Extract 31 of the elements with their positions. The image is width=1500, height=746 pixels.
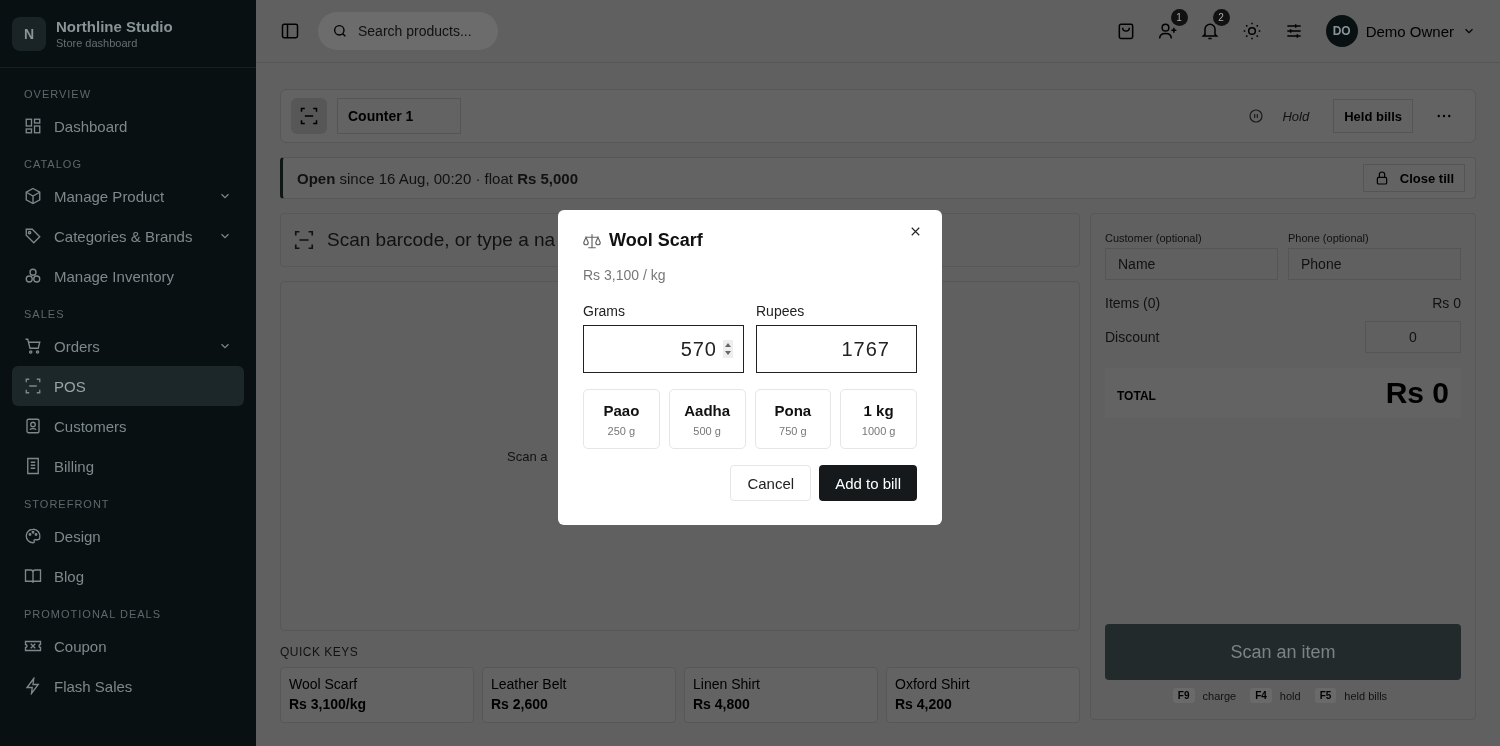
section-heading: OVERVIEW: [23, 87, 93, 102]
field-label: Rupees: [756, 303, 806, 319]
scan-placeholder: Scan barcode, or type a na: [327, 229, 556, 251]
section-heading: CATALOG: [23, 157, 83, 172]
section-heading: STOREFRONT: [23, 497, 111, 512]
unit-price: Rs 3,100 / kg: [583, 267, 667, 283]
field-label: Grams: [583, 303, 626, 319]
key-hint-label: hold: [1279, 689, 1301, 702]
dialog-title: Wool Scarf: [609, 230, 703, 251]
store-name: Northline Studio: [56, 18, 173, 35]
key-hint: F5: [1314, 688, 1337, 703]
quick-keys-heading: QUICK KEYS: [280, 645, 360, 659]
key-hint: F9: [1172, 688, 1195, 703]
store-subtitle: Store dashboard: [56, 37, 139, 49]
total-label: TOTAL: [1117, 389, 1156, 403]
section-heading: PROMOTIONAL DEALS: [23, 607, 162, 622]
empty-hint: Scan a: [507, 448, 548, 464]
store-logo: N: [12, 16, 46, 51]
items-amount: Rs 0: [1432, 295, 1461, 311]
till-status: Open since 16 Aug, 00:20 · float Rs 5,000: [297, 169, 579, 187]
count-badge: 1: [1170, 9, 1188, 26]
section-heading: SALES: [23, 307, 66, 322]
discount-label: Discount: [1105, 329, 1160, 345]
count-badge: 2: [1212, 9, 1230, 26]
key-hint-label: held bills: [1344, 689, 1388, 702]
total-amount: Rs 0: [1385, 376, 1449, 410]
field-label: Customer (optional): [1105, 232, 1203, 244]
key-hint: F4: [1250, 688, 1272, 703]
items-label: Items (0): [1105, 295, 1161, 311]
field-label: Phone (optional): [1288, 232, 1370, 244]
key-hint-label: charge: [1202, 689, 1237, 702]
